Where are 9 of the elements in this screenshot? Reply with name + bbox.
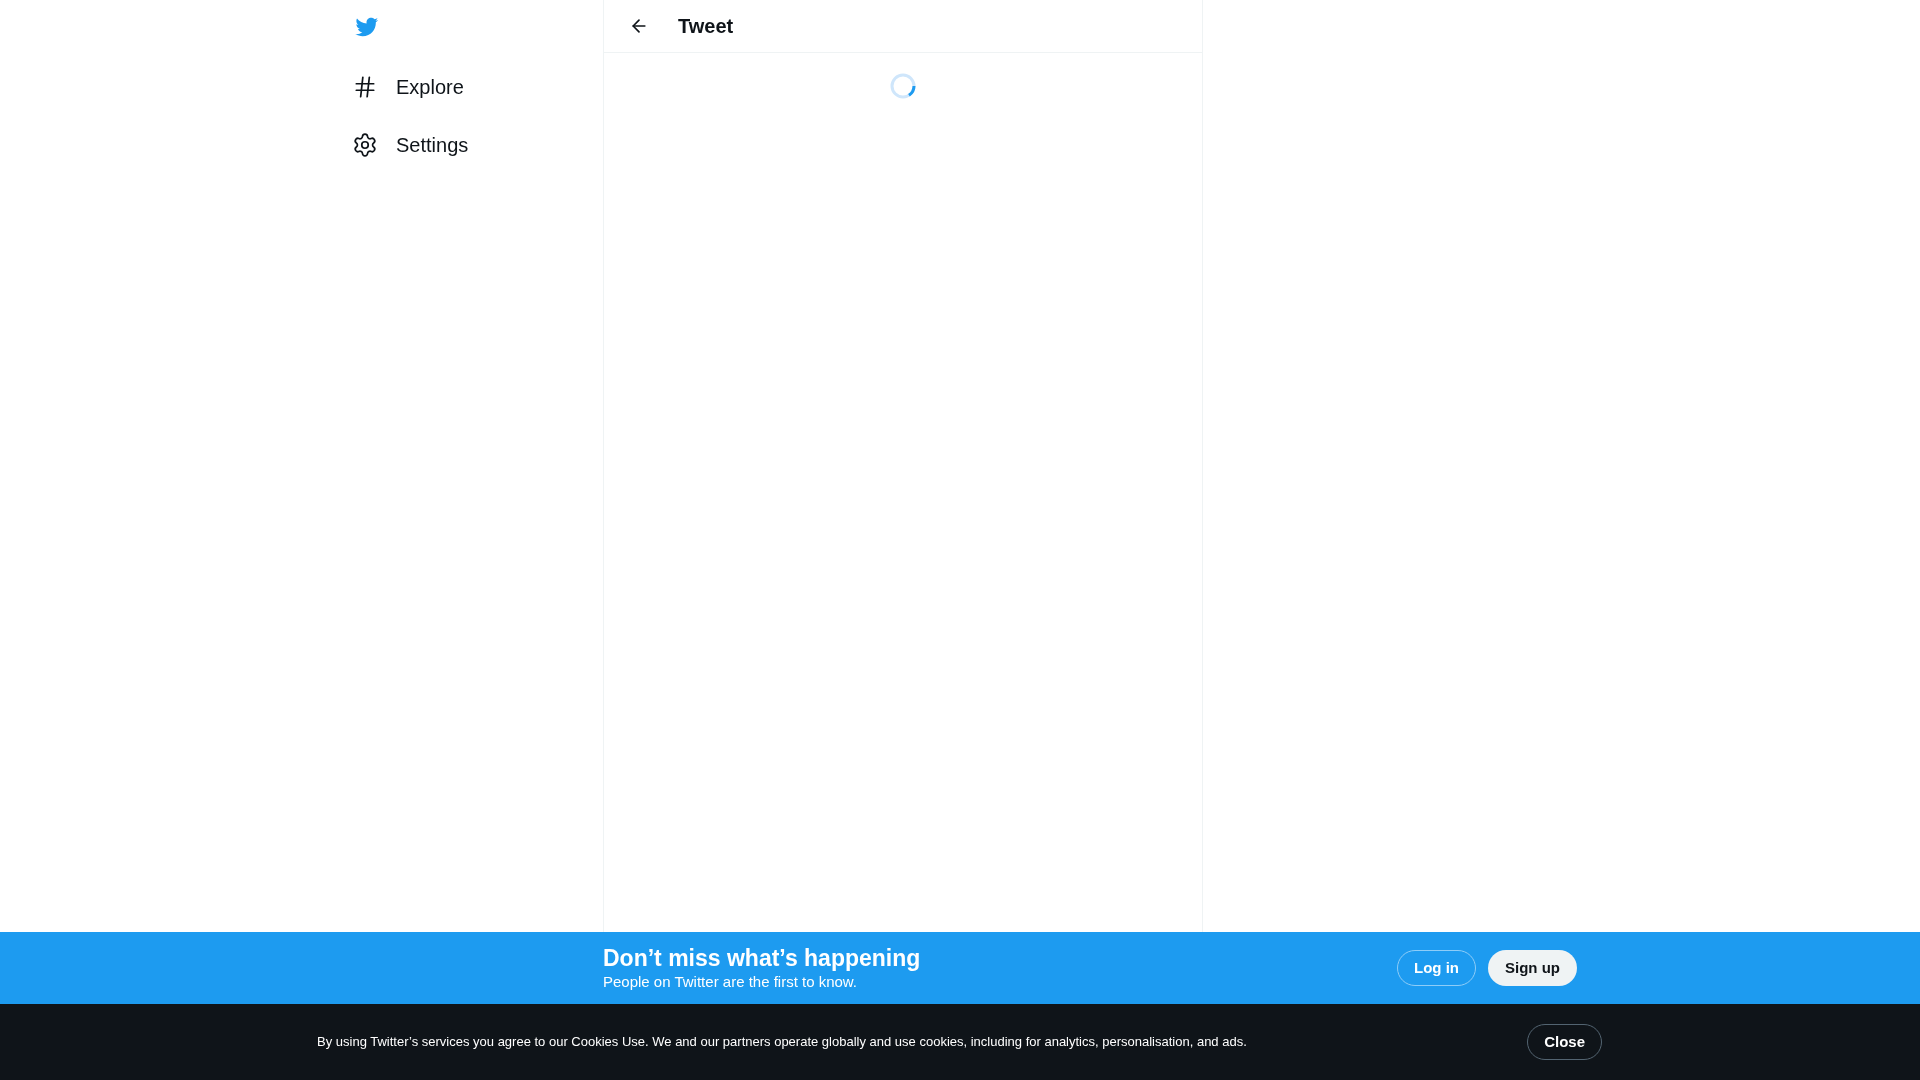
sign-up-button[interactable]: Sign up <box>1488 950 1577 986</box>
banner-subtitle: People on Twitter are the first to know. <box>603 972 859 992</box>
banner-title: Don’t miss what’s happening <box>603 944 922 972</box>
page-title: Tweet <box>678 14 734 39</box>
nav-link[interactable]: Settings <box>340 116 603 174</box>
nav-link[interactable]: Explore <box>340 58 603 116</box>
cookie-notice: By using Twitter’s services you agree to our Cookies Use. We and our partners operate globally and use cookies, including for analytics, personalisation, and ads. <box>317 1033 1248 1052</box>
loading-spinner-icon <box>890 73 916 99</box>
settings-icon <box>352 132 378 158</box>
